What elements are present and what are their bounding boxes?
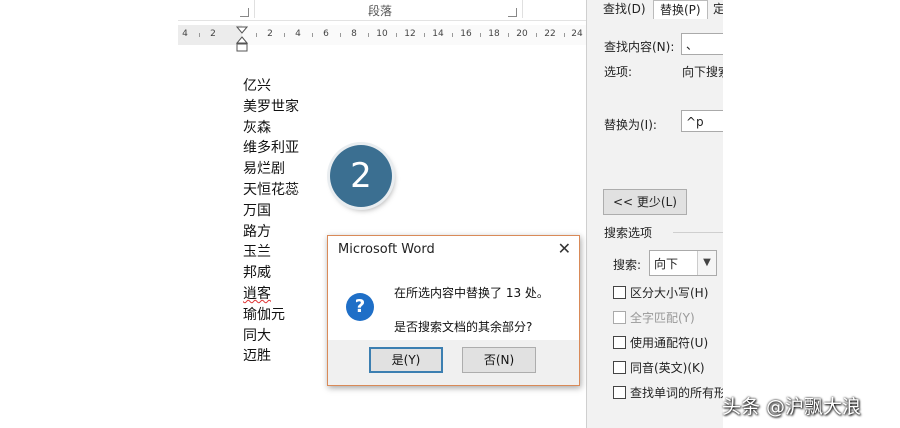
document-line: 迈胜 <box>243 348 271 365</box>
document-text[interactable]: 亿兴 美罗世家 灰森 维多利亚 易烂剧 天恒花蕊 万国 路方 玉兰 邦威 逍客 … <box>243 76 299 367</box>
ruler-number: 16 <box>460 29 472 39</box>
ruler-tick <box>256 33 257 37</box>
tab-replace[interactable]: 替换(P) <box>653 0 708 19</box>
document-line: 逍客 <box>243 284 299 305</box>
spellcheck-flagged-word: 逍客 <box>243 285 271 302</box>
ribbon-group-label: 段落 <box>368 4 393 18</box>
document-line: 美罗世家 <box>243 98 299 115</box>
sounds-like-label: 同音(英文)(K) <box>630 361 705 375</box>
document-line: 天恒花蕊 <box>243 181 299 198</box>
tab-goto[interactable]: 定 <box>707 0 723 18</box>
document-line: 玉兰 <box>243 244 271 261</box>
document-line: 同大 <box>243 327 271 344</box>
ruler-tick <box>368 33 369 37</box>
document-line: 亿兴 <box>243 78 271 94</box>
document-line: 易烂剧 <box>243 161 285 178</box>
step-number-badge: 2 <box>330 145 392 207</box>
word-message-dialog: Microsoft Word ✕ ? 在所选内容中替换了 13 处。 是否搜索文… <box>327 235 580 386</box>
wildcards-label: 使用通配符(U) <box>630 336 709 350</box>
document-line: 维多利亚 <box>243 140 299 157</box>
document-line: 万国 <box>243 202 271 219</box>
ruler-tick <box>340 33 341 37</box>
ruler-tick <box>564 33 565 37</box>
ruler-number: 14 <box>432 29 444 39</box>
all-word-forms-label: 查找单词的所有形 <box>630 386 723 400</box>
ruler-number: 12 <box>404 29 416 39</box>
indent-marker-icon[interactable] <box>236 26 248 52</box>
ribbon-separator <box>254 0 255 18</box>
ribbon-paragraph-group: 段落 <box>178 0 586 21</box>
document-line: 路方 <box>243 223 271 240</box>
whole-word-label: 全字匹配(Y) <box>630 311 695 325</box>
dialog-footer: 是(Y) 否(N) <box>328 340 579 385</box>
ruler-tick <box>199 33 200 37</box>
ruler-number: 10 <box>376 29 388 39</box>
document-line: 邦威 <box>243 265 271 282</box>
dialog-title: Microsoft Word <box>338 242 435 257</box>
ruler-tick <box>424 33 425 37</box>
replace-with-input[interactable]: ^p <box>681 110 723 132</box>
whole-word-checkbox[interactable] <box>613 311 626 324</box>
match-case-label: 区分大小写(H) <box>630 286 709 300</box>
dialog-body: ? 在所选内容中替换了 13 处。 是否搜索文档的其余部分? <box>328 264 579 340</box>
find-what-label: 查找内容(N): <box>604 40 675 54</box>
section-divider <box>673 232 723 233</box>
ruler-tick <box>452 33 453 37</box>
ruler-tick <box>396 33 397 37</box>
ruler-tick <box>508 33 509 37</box>
replace-with-label: 替换为(I): <box>604 118 657 132</box>
options-label: 选项: <box>604 65 633 79</box>
dialog-message-continue: 是否搜索文档的其余部分? <box>394 320 533 334</box>
options-value: 向下搜索 <box>682 65 723 79</box>
ruler-tick <box>312 33 313 37</box>
search-options-heading: 搜索选项 <box>604 226 653 240</box>
search-direction-value: 向下 <box>654 257 679 271</box>
no-button[interactable]: 否(N) <box>462 347 536 373</box>
sounds-like-checkbox[interactable] <box>613 361 626 374</box>
chevron-down-icon[interactable]: ▼ <box>697 251 716 275</box>
ruler-number: 4 <box>182 29 188 39</box>
question-icon: ? <box>346 293 374 321</box>
ruler-number: 4 <box>295 29 301 39</box>
tab-find[interactable]: 查找(D) <box>597 0 652 18</box>
ruler-number: 18 <box>488 29 500 39</box>
watermark-text: 头条 @沪飘大浪 <box>722 396 862 418</box>
yes-button[interactable]: 是(Y) <box>369 347 443 373</box>
ruler-tick <box>480 33 481 37</box>
font-dialog-launcher-icon[interactable] <box>240 8 249 17</box>
ruler-number: 8 <box>351 29 357 39</box>
close-icon[interactable]: ✕ <box>558 239 571 258</box>
ribbon-separator <box>522 0 523 18</box>
match-case-checkbox[interactable] <box>613 286 626 299</box>
wildcards-checkbox[interactable] <box>613 336 626 349</box>
ruler-tick <box>536 33 537 37</box>
ruler-number: 6 <box>323 29 329 39</box>
ruler-number: 24 <box>571 29 583 39</box>
less-options-button[interactable]: << 更少(L) <box>603 189 687 215</box>
ruler-number: 2 <box>267 29 273 39</box>
search-direction-select[interactable]: 向下 ▼ <box>649 250 717 276</box>
paragraph-dialog-launcher-icon[interactable] <box>508 8 517 17</box>
ruler-tick <box>284 33 285 37</box>
all-word-forms-checkbox[interactable] <box>613 386 626 399</box>
find-what-input[interactable]: 、 <box>681 33 723 55</box>
document-line: 灰森 <box>243 119 271 136</box>
find-replace-panel: 查找(D) 替换(P) 定 查找内容(N): 、 选项: 向下搜索 替换为(I)… <box>586 0 723 428</box>
ruler-number: 2 <box>210 29 216 39</box>
search-direction-label: 搜索: <box>613 258 642 272</box>
document-line: 瑜伽元 <box>243 306 285 323</box>
ruler-number: 20 <box>516 29 528 39</box>
ruler-number: 22 <box>544 29 556 39</box>
dialog-message-replaced: 在所选内容中替换了 13 处。 <box>394 286 549 300</box>
